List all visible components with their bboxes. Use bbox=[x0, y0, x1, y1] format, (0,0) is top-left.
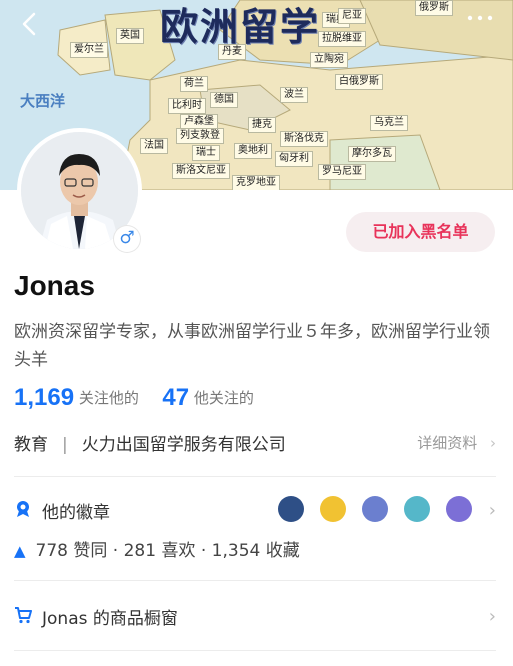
map-label: 罗马尼亚 bbox=[318, 164, 366, 180]
map-label: 爱尔兰 bbox=[70, 42, 108, 58]
map-label: 摩尔多瓦 bbox=[348, 146, 396, 162]
map-label: 斯洛伐克 bbox=[280, 131, 328, 147]
more-icon bbox=[467, 15, 493, 21]
details-label: 详细资料 bbox=[417, 434, 478, 452]
map-label: 克罗地亚 bbox=[232, 175, 280, 190]
map-label: 丹麦 bbox=[218, 44, 246, 60]
profile-name: Jonas bbox=[14, 270, 95, 301]
more-button[interactable] bbox=[465, 8, 495, 34]
badges-title: 他的徽章 bbox=[42, 503, 110, 523]
badge-icon bbox=[277, 496, 304, 522]
divider bbox=[14, 580, 496, 581]
blacklisted-button[interactable]: 已加入黑名单 bbox=[346, 212, 495, 252]
map-label: 拉脱维亚 bbox=[318, 31, 366, 47]
badge-icon bbox=[446, 496, 472, 522]
map-label: 尼亚 bbox=[338, 8, 366, 24]
follow-stats: 1,169 关注他的 47 他关注的 bbox=[14, 384, 254, 412]
map-label: 斯洛文尼亚 bbox=[172, 163, 230, 179]
profile-bio: 欧洲资深留学专家，从事欧洲留学行业５年多，欧洲留学行业领头羊 bbox=[14, 322, 490, 370]
cart-icon bbox=[14, 606, 32, 629]
map-label: 乌克兰 bbox=[370, 115, 408, 131]
map-label: 匈牙利 bbox=[275, 151, 313, 167]
map-label: 捷克 bbox=[248, 117, 276, 133]
upvote-triangle-icon: ▲ bbox=[14, 542, 26, 560]
gender-male-icon: ♂ bbox=[114, 226, 140, 252]
map-label: 立陶宛 bbox=[310, 52, 348, 68]
map-label: 波兰 bbox=[280, 87, 308, 103]
back-button[interactable] bbox=[16, 10, 44, 38]
chevron-right-icon: › bbox=[490, 434, 496, 452]
following-label: 他关注的 bbox=[193, 389, 254, 407]
followers-stat[interactable]: 1,169 关注他的 bbox=[14, 384, 144, 411]
map-label: 列支敦登 bbox=[176, 128, 224, 144]
engagement-stats: ▲ 778 赞同 · 281 喜欢 · 1,354 收藏 bbox=[14, 536, 300, 561]
map-label: 俄罗斯 bbox=[415, 0, 453, 16]
engagement-text: 778 赞同 · 281 喜欢 · 1,354 收藏 bbox=[35, 541, 300, 561]
badge-icon bbox=[403, 496, 430, 522]
map-label: 荷兰 bbox=[180, 76, 208, 92]
shop-label: Jonas 的商品橱窗 bbox=[42, 609, 178, 629]
industry-label: 教育 bbox=[14, 435, 48, 455]
shop-window-row[interactable]: Jonas 的商品橱窗 › bbox=[14, 602, 496, 632]
followers-count: 1,169 bbox=[14, 384, 75, 411]
separator: | bbox=[62, 435, 68, 455]
badge-ribbon-icon bbox=[14, 500, 32, 523]
followers-label: 关注他的 bbox=[78, 389, 139, 407]
map-label: 德国 bbox=[210, 92, 238, 108]
badge-icon bbox=[319, 496, 346, 522]
map-label: 比利时 bbox=[168, 98, 206, 114]
map-label: 白俄罗斯 bbox=[335, 74, 383, 90]
divider bbox=[14, 476, 496, 477]
map-label: 法国 bbox=[140, 138, 168, 154]
company-row: 教育 | 火力出国留学服务有限公司 详细资料 › bbox=[14, 430, 496, 458]
badge-icon bbox=[361, 496, 388, 522]
back-arrow-icon bbox=[22, 12, 36, 36]
map-label: 英国 bbox=[116, 28, 144, 44]
badge-list bbox=[267, 496, 472, 526]
chevron-right-icon: › bbox=[488, 606, 496, 627]
ocean-label: 大西洋 bbox=[20, 92, 66, 110]
map-label: 瑞士 bbox=[192, 145, 220, 161]
company-name: 火力出国留学服务有限公司 bbox=[81, 435, 286, 455]
divider bbox=[14, 650, 496, 651]
following-count: 47 bbox=[162, 384, 190, 411]
chevron-right-icon: › bbox=[488, 500, 496, 521]
badges-row[interactable]: 他的徽章 › bbox=[14, 496, 496, 526]
details-link[interactable]: 详细资料 › bbox=[417, 432, 496, 453]
following-stat[interactable]: 47 他关注的 bbox=[162, 384, 254, 411]
map-label: 奥地利 bbox=[234, 143, 272, 159]
